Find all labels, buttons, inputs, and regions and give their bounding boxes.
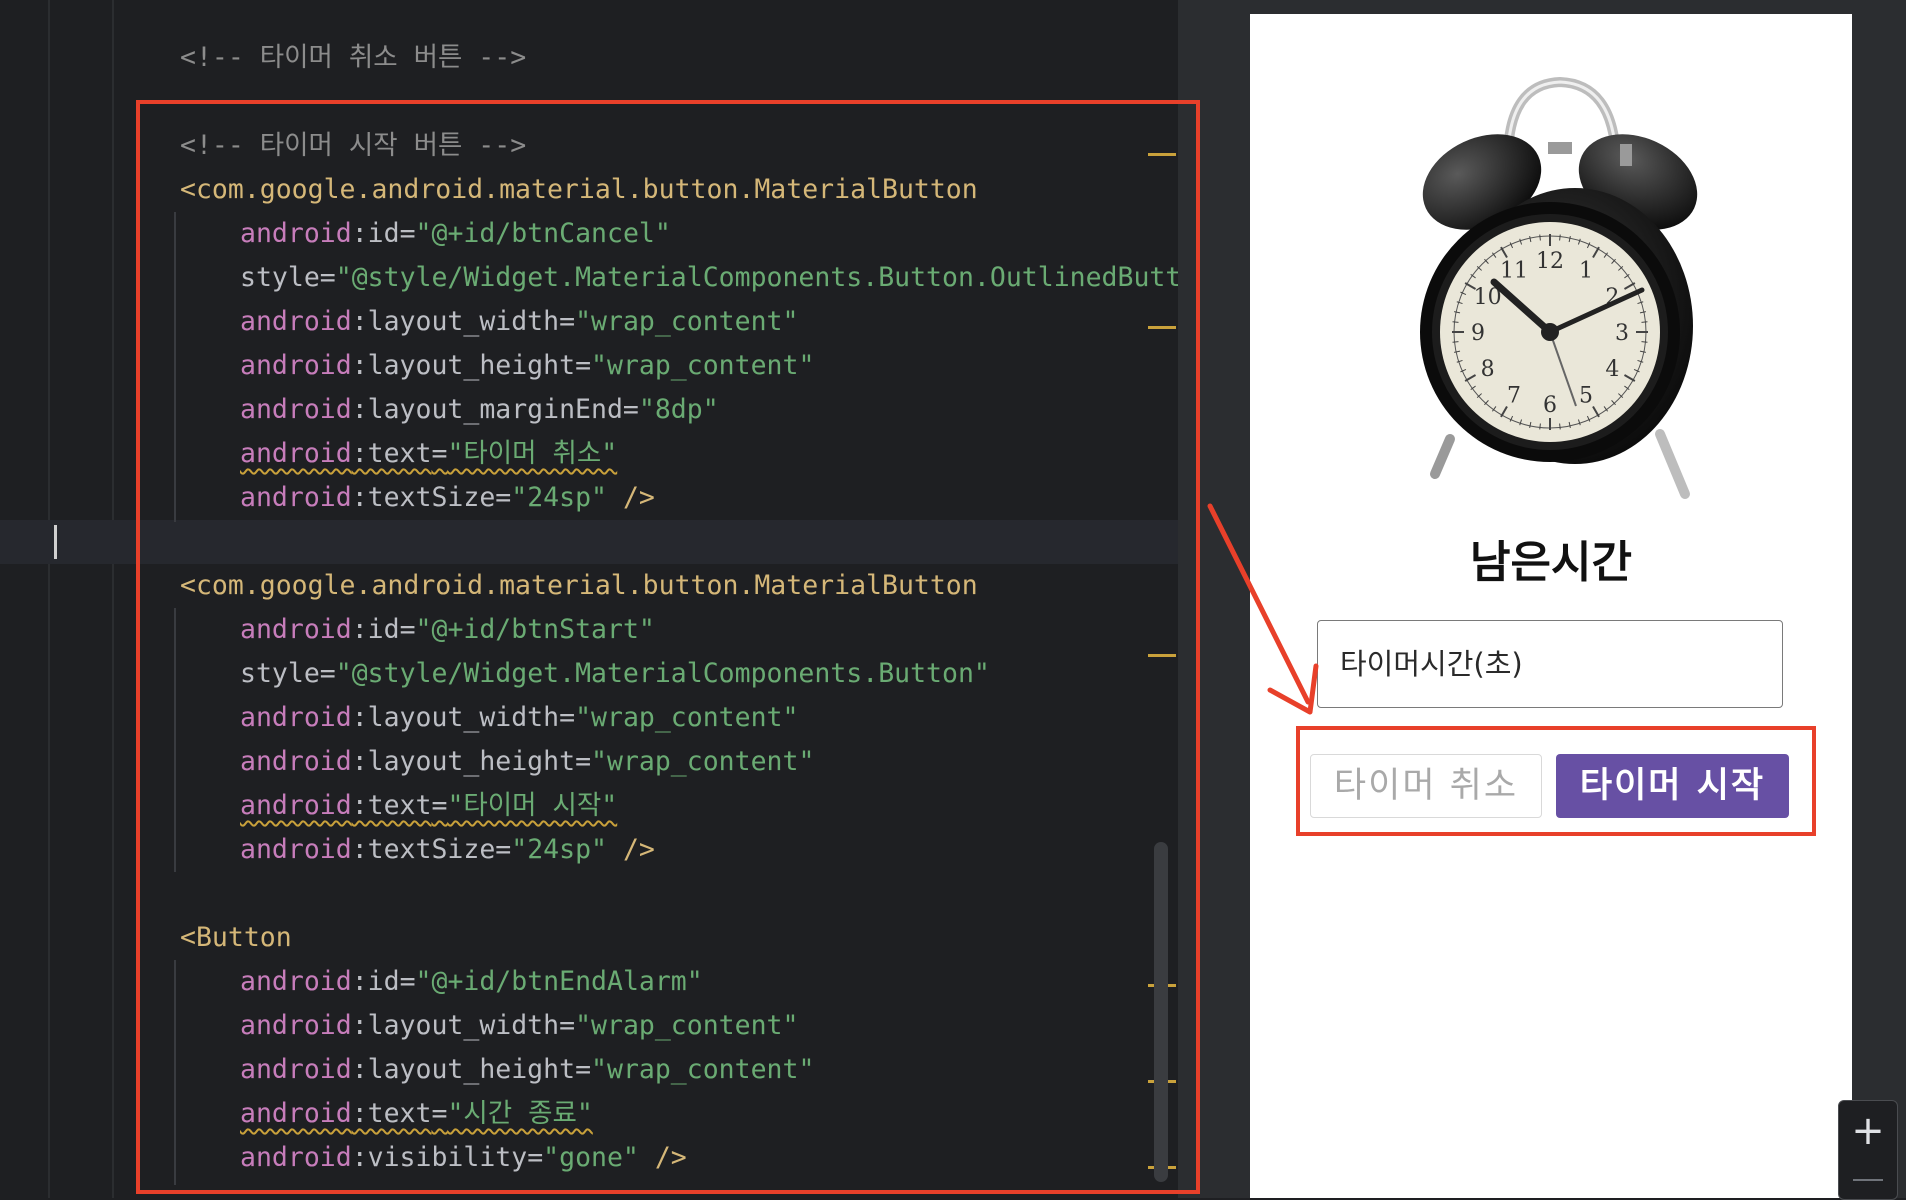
annotation-arrow: [1207, 503, 1319, 715]
zoom-controls: +: [1838, 1100, 1898, 1200]
clock-numeral: 8: [1481, 357, 1495, 382]
clock-numeral: 4: [1605, 357, 1619, 382]
clock-tick: [1641, 341, 1648, 343]
gutter-divider: [48, 0, 50, 1198]
clock-tick: [1559, 234, 1561, 241]
clock-numeral: 6: [1543, 393, 1557, 418]
text-caret: [54, 525, 57, 559]
clock-numeral: 7: [1507, 383, 1521, 408]
alarm-clock-image: 12 1 2 3 4 5 6 7 8 9 10 11: [1390, 64, 1730, 514]
clock-numeral: 12: [1536, 249, 1564, 274]
zoom-out-icon[interactable]: [1853, 1179, 1883, 1181]
code-token: <!-- 타이머 취소 버튼 -->: [180, 42, 527, 73]
code-line[interactable]: <!-- 타이머 취소 버튼 -->: [180, 36, 526, 80]
clock-numeral: 11: [1500, 259, 1528, 284]
clock-tick: [1452, 341, 1459, 343]
annotation-code-box: [136, 100, 1200, 1194]
clock-tick: [1539, 423, 1541, 430]
clock-tick: [1452, 321, 1459, 323]
fold-gutter-divider: [112, 0, 114, 1198]
clock-tick: [1539, 234, 1541, 241]
clock-numeral: 9: [1471, 321, 1485, 346]
timer-seconds-input[interactable]: 타이머시간(초): [1317, 620, 1783, 708]
clock-numeral: 1: [1579, 259, 1593, 284]
annotation-buttons-box: [1296, 726, 1816, 836]
clock-tick: [1559, 423, 1561, 430]
clock-tick: [1641, 321, 1648, 323]
clock-numeral: 3: [1615, 321, 1629, 346]
zoom-in-icon[interactable]: +: [1839, 1111, 1897, 1151]
clock-numeral: 5: [1579, 383, 1593, 408]
